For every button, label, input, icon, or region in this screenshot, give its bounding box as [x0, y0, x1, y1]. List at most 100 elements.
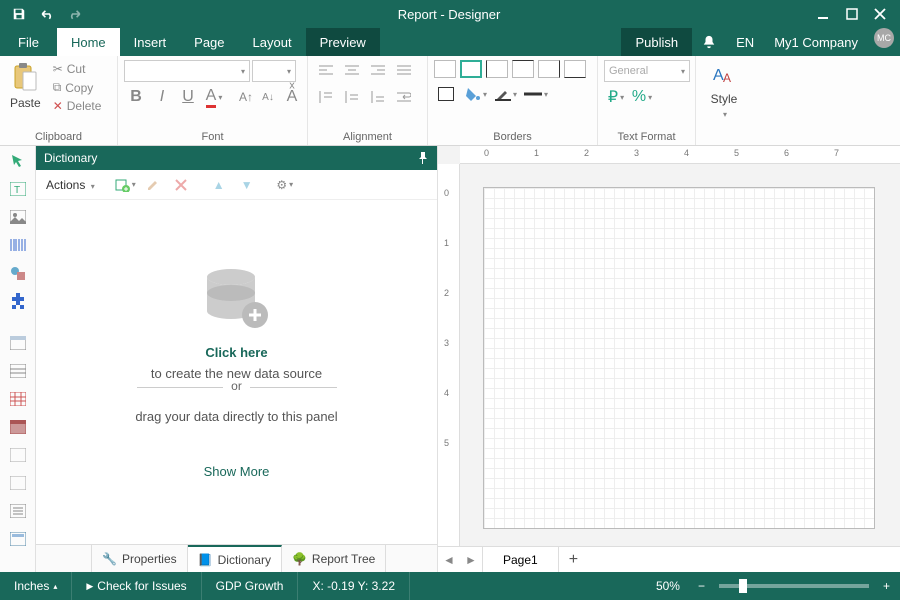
click-here-link[interactable]: Click here: [205, 345, 267, 360]
cut-button[interactable]: ✂Cut: [49, 60, 106, 78]
font-family-combo[interactable]: ▾: [124, 60, 250, 82]
remove-icon[interactable]: [169, 174, 193, 196]
undo-icon[interactable]: [36, 3, 58, 25]
language-selector[interactable]: EN: [726, 28, 764, 56]
border-none[interactable]: [460, 60, 482, 78]
font-size-combo[interactable]: ▾: [252, 60, 296, 82]
tool-text-icon[interactable]: T: [6, 178, 30, 200]
group-label-clipboard: Clipboard: [6, 128, 111, 145]
tool-blank2-icon[interactable]: [6, 472, 30, 494]
tool-pointer-icon[interactable]: [6, 150, 30, 172]
tool-databand-icon[interactable]: [6, 360, 30, 382]
copy-icon: ⧉: [53, 80, 62, 95]
settings-icon[interactable]: ⚙▾: [273, 174, 297, 196]
tab-dictionary[interactable]: 📘Dictionary: [188, 545, 282, 572]
align-center-button[interactable]: [340, 60, 364, 82]
tool-panel-icon[interactable]: [6, 332, 30, 354]
tab-insert[interactable]: Insert: [120, 28, 181, 56]
zoom-value[interactable]: 50%: [642, 572, 694, 600]
maximize-button[interactable]: [840, 2, 864, 26]
redo-icon[interactable]: [64, 3, 86, 25]
tool-barcode-icon[interactable]: [6, 234, 30, 256]
italic-button[interactable]: I: [150, 86, 174, 108]
border-outside-button[interactable]: [434, 83, 458, 105]
border-bottom[interactable]: [564, 60, 586, 78]
close-button[interactable]: [868, 2, 892, 26]
tool-blank-icon[interactable]: [6, 444, 30, 466]
tool-table-icon[interactable]: [6, 388, 30, 410]
align-top-button[interactable]: [314, 86, 338, 108]
tool-list-icon[interactable]: [6, 500, 30, 522]
shrink-font-button[interactable]: A↓: [258, 86, 278, 108]
tab-report-tree[interactable]: 🌳Report Tree: [282, 545, 386, 572]
tab-properties[interactable]: 🔧Properties: [92, 545, 188, 572]
page-prev-button[interactable]: ◄: [438, 553, 460, 567]
report-page[interactable]: [484, 188, 874, 528]
page-area[interactable]: [460, 164, 900, 546]
tab-layout[interactable]: Layout: [239, 28, 306, 56]
border-style-button[interactable]: ▾: [524, 83, 548, 105]
style-button[interactable]: AA Style ▾: [707, 60, 742, 121]
tab-preview[interactable]: Preview: [306, 28, 380, 56]
measure-label: GDP Growth: [202, 572, 299, 600]
minimize-button[interactable]: [812, 2, 836, 26]
percent-button[interactable]: %▾: [630, 86, 654, 108]
notifications-icon[interactable]: [692, 28, 726, 56]
save-icon[interactable]: [8, 3, 30, 25]
check-issues-button[interactable]: ▶ Check for Issues: [72, 572, 201, 600]
border-all[interactable]: [434, 60, 456, 78]
border-color-button[interactable]: ▾: [494, 83, 518, 105]
tool-component-icon[interactable]: [6, 290, 30, 312]
currency-button[interactable]: ₽▾: [604, 86, 628, 108]
dictionary-icon: 📘: [198, 553, 213, 567]
actions-dropdown[interactable]: Actions ▾: [42, 176, 99, 194]
clear-format-button[interactable]: Aͯ: [280, 86, 304, 108]
zoom-out-button[interactable]: −: [694, 579, 709, 593]
tab-home[interactable]: Home: [57, 28, 120, 56]
align-middle-button[interactable]: [340, 86, 364, 108]
align-justify-button[interactable]: [392, 60, 416, 82]
units-selector[interactable]: Inches ▴: [0, 572, 72, 600]
fill-color-button[interactable]: ▾: [464, 83, 488, 105]
zoom-slider[interactable]: [719, 584, 869, 588]
page-tab-1[interactable]: Page1: [482, 547, 559, 572]
company-name[interactable]: My1 Company: [764, 28, 868, 56]
hint-line2: drag your data directly to this panel: [135, 409, 337, 424]
tab-file[interactable]: File: [0, 28, 57, 56]
new-item-icon[interactable]: ▾: [113, 174, 137, 196]
tool-shape-icon[interactable]: [6, 262, 30, 284]
border-left[interactable]: [486, 60, 508, 78]
publish-button[interactable]: Publish: [621, 28, 692, 56]
zoom-in-button[interactable]: +: [879, 579, 900, 593]
wrap-text-button[interactable]: [392, 86, 416, 108]
border-right[interactable]: [538, 60, 560, 78]
align-bottom-button[interactable]: [366, 86, 390, 108]
number-format-combo[interactable]: General▾: [604, 60, 690, 82]
tool-form-icon[interactable]: [6, 528, 30, 550]
grow-font-button[interactable]: A↑: [236, 86, 256, 108]
edit-icon[interactable]: [141, 174, 165, 196]
add-page-button[interactable]: +: [559, 551, 588, 569]
move-up-icon[interactable]: ▲: [207, 174, 231, 196]
delete-button[interactable]: ✕Delete: [49, 97, 106, 115]
align-right-button[interactable]: [366, 60, 390, 82]
bold-button[interactable]: B: [124, 86, 148, 108]
pin-icon[interactable]: [417, 152, 429, 164]
group-label-alignment: Alignment: [314, 128, 421, 145]
tab-page[interactable]: Page: [180, 28, 238, 56]
avatar[interactable]: MC: [874, 28, 894, 48]
font-color-button[interactable]: A▾: [202, 86, 226, 108]
paste-button[interactable]: Paste: [6, 60, 45, 112]
border-top[interactable]: [512, 60, 534, 78]
tool-image-icon[interactable]: [6, 206, 30, 228]
show-more-link[interactable]: Show More: [204, 464, 270, 479]
page-next-button[interactable]: ►: [460, 553, 482, 567]
move-down-icon[interactable]: ▼: [235, 174, 259, 196]
tool-cross-icon[interactable]: [6, 416, 30, 438]
align-left-button[interactable]: [314, 60, 338, 82]
horizontal-ruler[interactable]: 0 1 2 3 4 5 6 7: [460, 146, 900, 164]
coordinates: X: -0.19 Y: 3.22: [298, 572, 410, 600]
copy-button[interactable]: ⧉Copy: [49, 78, 106, 97]
underline-button[interactable]: U: [176, 86, 200, 108]
vertical-ruler[interactable]: 0 1 2 3 4 5: [438, 164, 460, 546]
